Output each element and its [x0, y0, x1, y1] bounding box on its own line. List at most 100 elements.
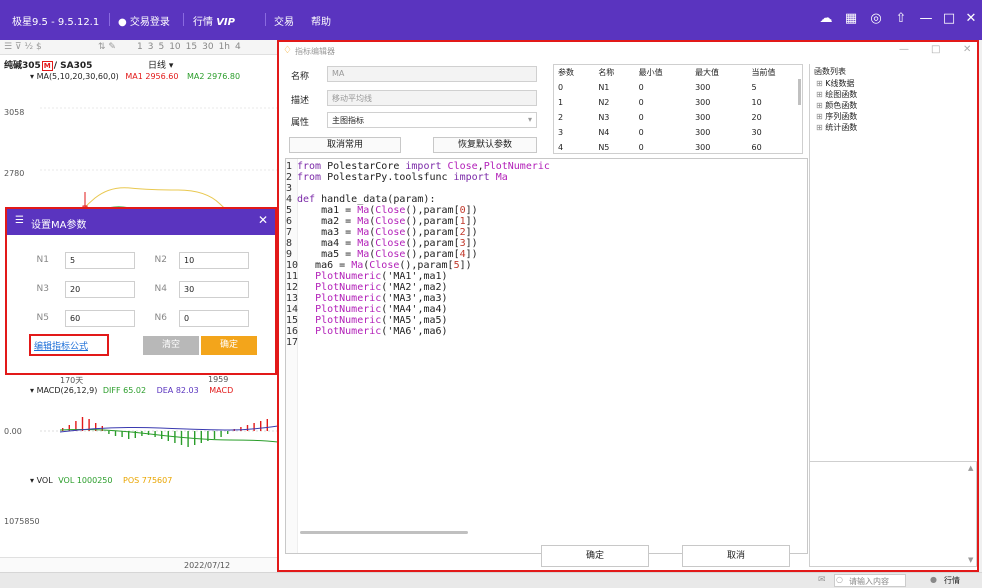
minimize-icon[interactable]: —: [899, 44, 909, 55]
maximize-icon[interactable]: □: [931, 44, 940, 55]
param-column-header: 名称: [598, 68, 615, 77]
vip-badge: VIP: [216, 17, 235, 28]
cancel-common-button[interactable]: 取消常用: [289, 137, 401, 153]
menu-trade[interactable]: 交易: [274, 13, 294, 28]
param-row[interactable]: 3 N4 0 300 30: [554, 125, 802, 140]
candlestick-chart: [40, 107, 278, 210]
message-icon[interactable]: ✉: [818, 575, 826, 585]
param-table-header: 参数 名称 最小值 最大值 当前值: [554, 65, 802, 80]
skin-icon[interactable]: ⇧: [893, 11, 909, 27]
macd-bar: [154, 431, 156, 437]
param-cell: 300: [695, 83, 711, 92]
indicator-icon[interactable]: ⇅ ✎: [98, 42, 116, 52]
param-cell: 3: [558, 128, 564, 137]
period-button[interactable]: 30: [202, 42, 213, 52]
close-icon[interactable]: ✕: [258, 213, 268, 227]
code-editor[interactable]: 1 from PolestarCore import Close,PlotNume…: [285, 158, 808, 554]
login-button[interactable]: ● 交易登录: [118, 13, 170, 28]
scrollbar[interactable]: [798, 79, 801, 105]
function-category[interactable]: ⊞ 序列函数: [816, 111, 857, 122]
macd-chart: [40, 417, 278, 447]
param-row[interactable]: 2 N3 0 300 20: [554, 110, 802, 125]
macd-bar: [81, 417, 84, 431]
divider: [183, 13, 184, 26]
period-button[interactable]: 5: [158, 42, 164, 52]
period-button[interactable]: 1h: [219, 42, 230, 52]
macd-bar: [213, 431, 216, 439]
restore-default-button[interactable]: 恢复默认参数: [433, 137, 537, 153]
editor-ok-button[interactable]: 确定: [541, 545, 649, 567]
attr-select[interactable]: 主图指标 ▾: [327, 112, 537, 128]
year-label: 1959: [208, 375, 229, 384]
editor-cancel-button[interactable]: 取消: [682, 545, 790, 567]
ma-param-label: N2: [154, 255, 167, 265]
close-icon[interactable]: ✕: [963, 44, 971, 55]
period-button[interactable]: 3: [148, 42, 154, 52]
dialog-title: 设置MA参数: [31, 220, 87, 231]
expand-icon: ⊞: [816, 123, 826, 132]
cloud-icon[interactable]: ☁: [818, 11, 834, 27]
period-button[interactable]: 1: [137, 42, 143, 52]
period-button[interactable]: 10: [169, 42, 180, 52]
title-bar: 极星9.5 - 9.5.12.1 ● 交易登录 行情 VIP 交易 帮助 ☁ ▦…: [0, 0, 982, 40]
scroll-up-icon[interactable]: ▲: [968, 464, 973, 472]
ma-param-input[interactable]: 5: [65, 252, 135, 269]
chevron-down-icon: ▾: [168, 61, 174, 71]
desc-field[interactable]: 移动平均线: [327, 90, 537, 106]
search-input[interactable]: 请输入内容: [834, 574, 906, 587]
param-column-header: 最大值: [695, 68, 720, 77]
layout-icon[interactable]: ▦: [843, 11, 859, 27]
macd-legend: ▾ MACD(26,12,9) DIFF 65.02 DEA 82.03 MAC…: [30, 386, 234, 395]
param-cell: N3: [598, 113, 610, 122]
param-table: 参数 名称 最小值 最大值 当前值 0 N1 0 300 5 1 N2 0 300 10 2 N3 0 300 20…: [553, 64, 803, 154]
main-contract-badge: M: [41, 61, 53, 71]
period-select[interactable]: 日线 ▾: [148, 58, 173, 71]
param-row[interactable]: 1 N2 0 300 10: [554, 95, 802, 110]
ma-param-label: N5: [36, 313, 49, 323]
symbol-title[interactable]: 纯碱305 M / SA305: [4, 58, 92, 71]
function-category[interactable]: ⊞ K线数据: [816, 78, 855, 89]
ma-param-label: N3: [36, 284, 49, 294]
chevron-down-icon: ▾: [30, 386, 35, 395]
desc-label: 描述: [291, 96, 310, 106]
function-category[interactable]: ⊞ 统计函数: [816, 122, 857, 133]
drawing-tools-icon[interactable]: ☰ ⊽ ½ $: [4, 42, 42, 52]
ma-param-input[interactable]: 30: [179, 281, 249, 298]
ma-param-input[interactable]: 0: [179, 310, 249, 327]
chevron-down-icon: ▾: [527, 115, 532, 124]
param-cell: 30: [751, 128, 762, 137]
function-category[interactable]: ⊞ 颜色函数: [816, 100, 857, 111]
minimize-icon[interactable]: —: [918, 11, 934, 27]
edit-formula-link[interactable]: 编辑指标公式: [34, 339, 88, 352]
menu-market[interactable]: 行情 VIP: [193, 13, 235, 28]
param-column-header: 当前值: [751, 68, 776, 77]
ma-param-input[interactable]: 10: [179, 252, 249, 269]
horizontal-scrollbar[interactable]: [300, 531, 468, 534]
clear-button[interactable]: 清空: [143, 336, 199, 355]
ma-param-input[interactable]: 20: [65, 281, 135, 298]
close-icon[interactable]: ✕: [963, 11, 979, 27]
chevron-down-icon: ▾: [30, 476, 35, 485]
param-column-header: 最小值: [638, 68, 663, 77]
settings-icon[interactable]: ◎: [868, 11, 884, 27]
macd-bar: [187, 431, 189, 447]
attr-label: 属性: [291, 118, 310, 128]
divider: [265, 13, 266, 26]
param-row[interactable]: 0 N1 0 300 5: [554, 80, 802, 95]
market-status-label: 行情: [944, 576, 960, 585]
menu-help[interactable]: 帮助: [311, 13, 331, 28]
ok-button[interactable]: 确定: [201, 336, 257, 355]
ma-param-input[interactable]: 60: [65, 310, 135, 327]
period-button[interactable]: 4: [235, 42, 241, 52]
param-row[interactable]: 4 N5 0 300 60: [554, 140, 802, 153]
function-category[interactable]: ⊞ 绘图函数: [816, 89, 857, 100]
maximize-icon[interactable]: □: [941, 11, 957, 27]
scroll-down-icon[interactable]: ▼: [968, 556, 973, 564]
period-button[interactable]: 15: [186, 42, 197, 52]
editor-title: 指标编辑器: [295, 47, 335, 56]
name-field[interactable]: MA: [327, 66, 537, 82]
ma-settings-dialog: ☰ 设置MA参数 ✕ N1 5 N2 10 N3 20 N4 30 N5 60 N6 0 编辑指标公式…: [5, 207, 277, 375]
macd-bars: [62, 417, 268, 447]
status-bar: ✉ 请输入内容 ○ ● 行情: [0, 572, 982, 588]
param-cell: N1: [598, 83, 610, 92]
